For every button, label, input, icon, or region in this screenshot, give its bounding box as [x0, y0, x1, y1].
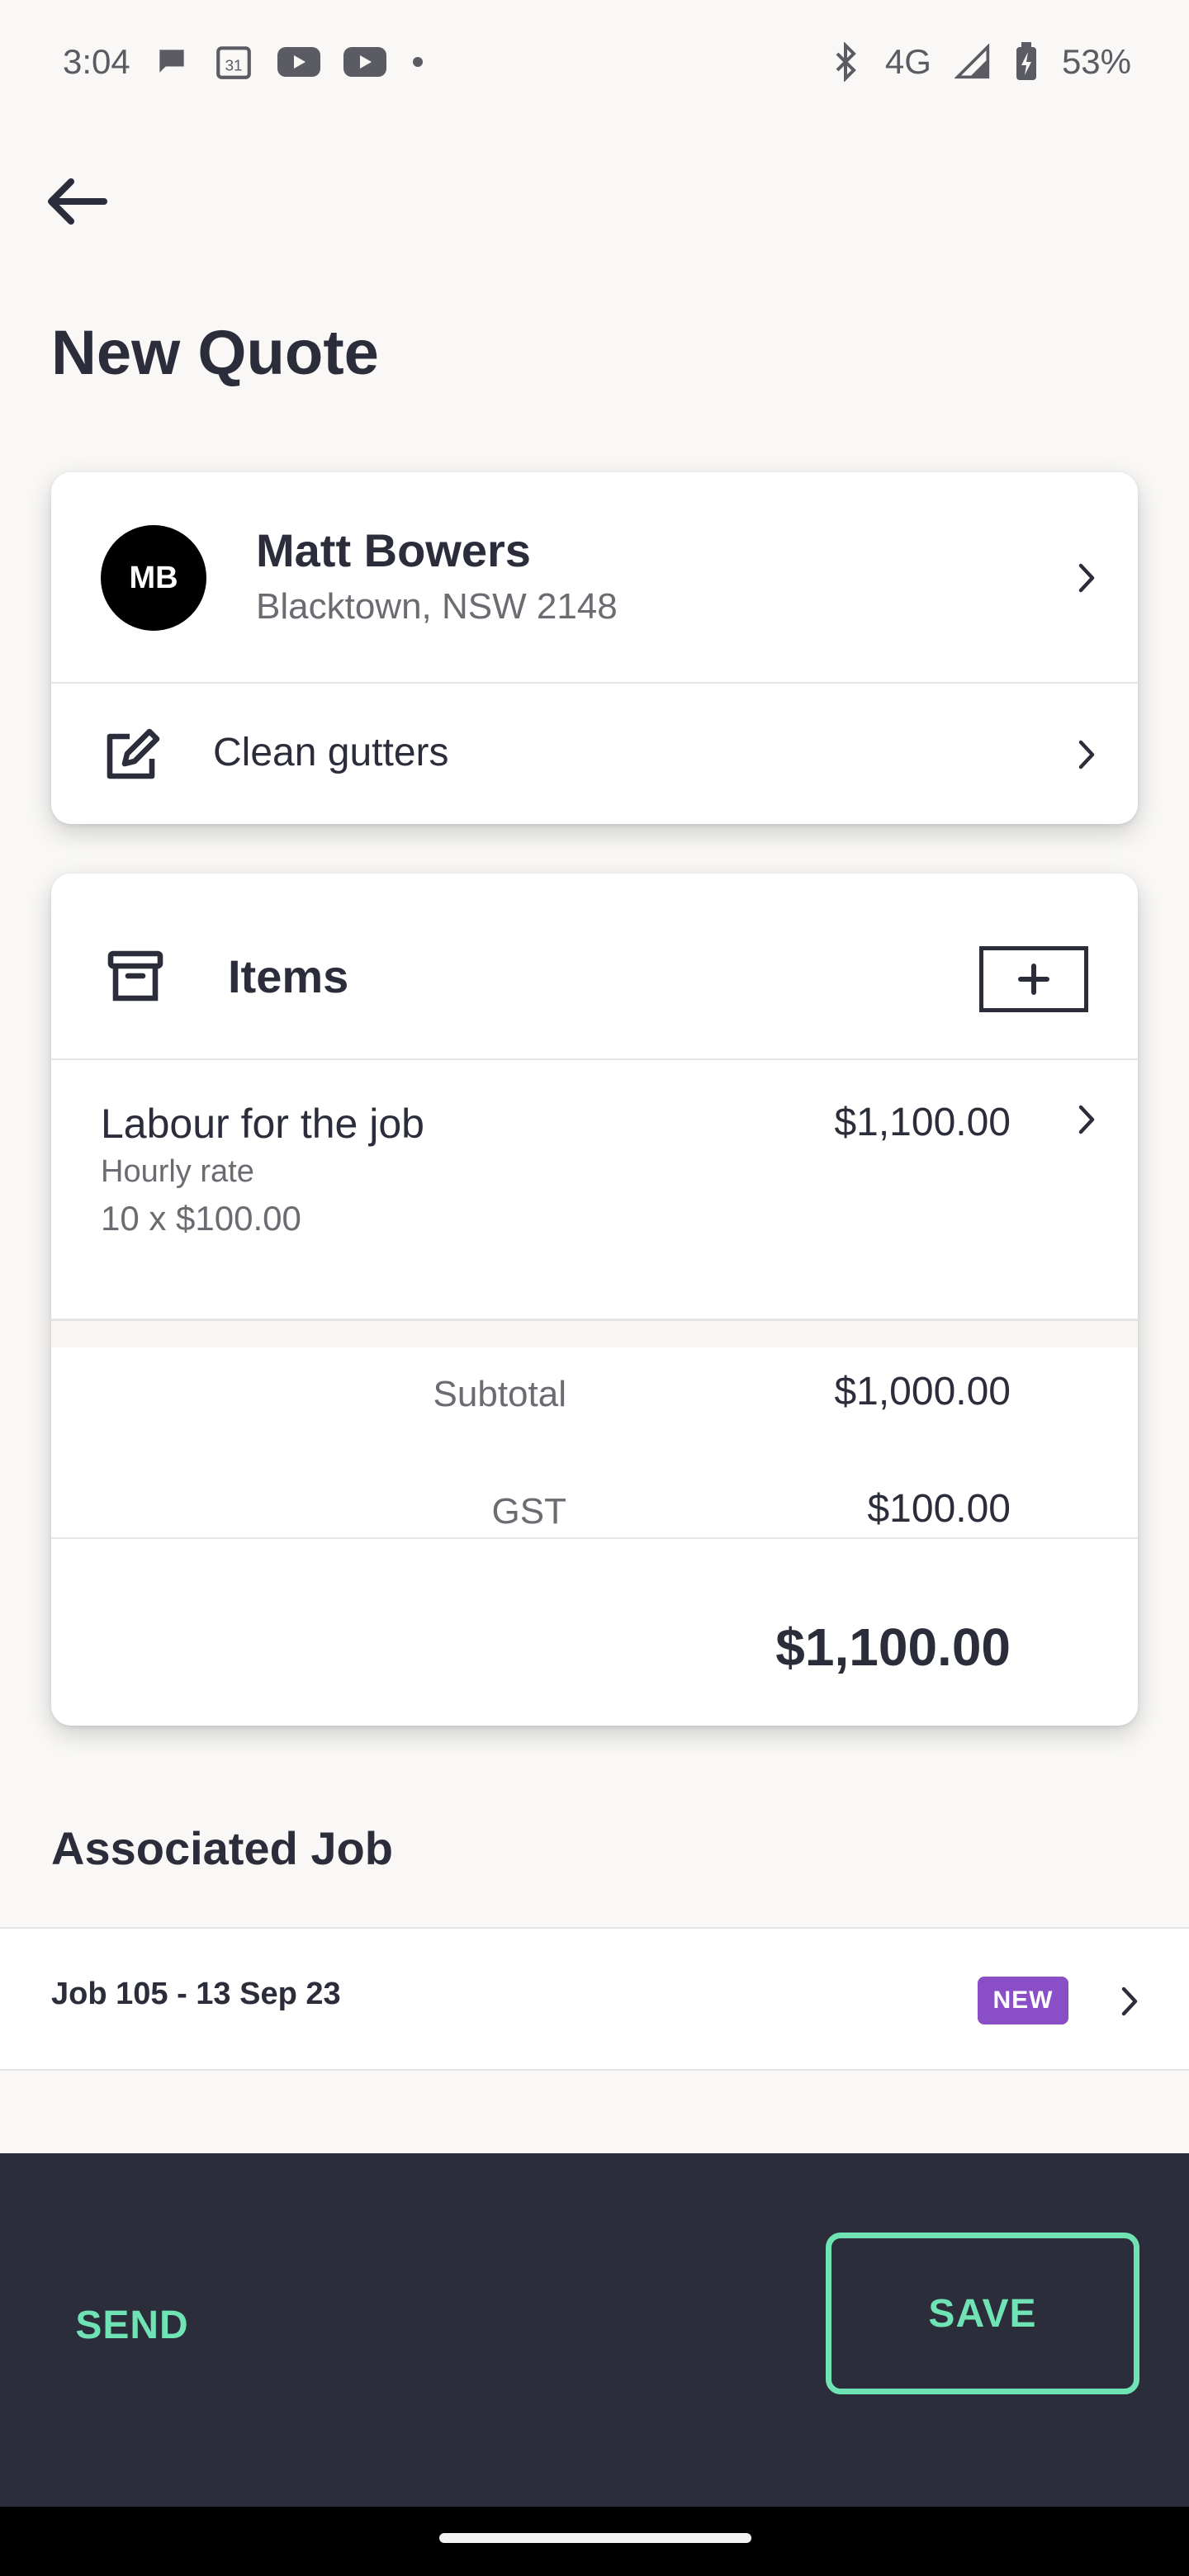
associated-job-title: Associated Job [51, 1822, 393, 1874]
back-button[interactable] [36, 162, 116, 241]
chevron-right-icon [1113, 1985, 1146, 2018]
line-item[interactable]: Labour for the job Hourly rate 10 x $100… [51, 1062, 1138, 1321]
subtotal-label: Subtotal [433, 1374, 566, 1414]
line-item-title: Labour for the job [101, 1101, 424, 1147]
avatar: MB [101, 525, 206, 631]
edit-icon [102, 727, 162, 790]
status-bar: 3:04 31 4G 53% [0, 0, 1189, 124]
status-network: 4G [884, 42, 931, 81]
youtube-icon [277, 45, 320, 78]
battery-icon [1014, 42, 1039, 82]
page-title: New Quote [51, 318, 379, 388]
line-item-quantity: 10 x $100.00 [101, 1199, 301, 1238]
items-title: Items [228, 950, 349, 1002]
totals-spacer [51, 1321, 1138, 1347]
line-item-rate-type: Hourly rate [101, 1154, 254, 1189]
home-indicator[interactable] [439, 2533, 751, 2543]
calendar-day: 31 [225, 56, 242, 73]
calendar-icon: 31 [213, 41, 254, 83]
chat-icon [154, 44, 190, 80]
status-battery: 53% [1061, 42, 1131, 81]
client-address: Blacktown, NSW 2148 [256, 586, 618, 627]
signal-icon [954, 44, 991, 80]
chevron-right-icon [1070, 1103, 1103, 1136]
items-header: Items [51, 874, 1138, 1060]
job-description: Clean gutters [213, 731, 449, 774]
job-label: Job 105 - 13 Sep 23 [51, 1977, 341, 2011]
associated-job-row[interactable]: Job 105 - 13 Sep 23 NEW [0, 1927, 1189, 2071]
status-left: 3:04 31 [63, 41, 426, 83]
dot-icon [410, 54, 426, 70]
client-row[interactable]: MB Matt Bowers Blacktown, NSW 2148 [51, 472, 1138, 684]
client-card: MB Matt Bowers Blacktown, NSW 2148 Clean… [51, 472, 1138, 824]
client-name: Matt Bowers [256, 524, 531, 576]
system-nav-bar [0, 2507, 1189, 2576]
add-item-button[interactable] [979, 946, 1088, 1012]
status-time: 3:04 [63, 42, 130, 81]
gst-label: GST [491, 1491, 566, 1532]
totals-divider [51, 1537, 1138, 1539]
bluetooth-icon [829, 42, 862, 82]
save-button[interactable]: SAVE [826, 2233, 1139, 2394]
line-item-amount: $1,100.00 [834, 1101, 1011, 1144]
back-arrow-icon [48, 178, 107, 225]
chevron-right-icon [1070, 738, 1103, 771]
subtotal-value: $1,000.00 [834, 1370, 1011, 1413]
job-description-row[interactable]: Clean gutters [51, 685, 1138, 824]
youtube-icon [343, 45, 386, 78]
archive-icon [106, 946, 165, 1010]
gst-value: $100.00 [867, 1487, 1011, 1531]
chevron-right-icon [1070, 561, 1103, 594]
status-right: 4G 53% [829, 42, 1131, 82]
plus-icon [1018, 964, 1049, 995]
items-card: Items Labour for the job Hourly rate 10 … [51, 874, 1138, 1726]
bottom-action-bar: SEND SAVE [0, 2153, 1189, 2507]
total-value: $1,100.00 [775, 1617, 1011, 1677]
status-badge: NEW [978, 1977, 1068, 2024]
send-button[interactable]: SEND [50, 2285, 215, 2365]
